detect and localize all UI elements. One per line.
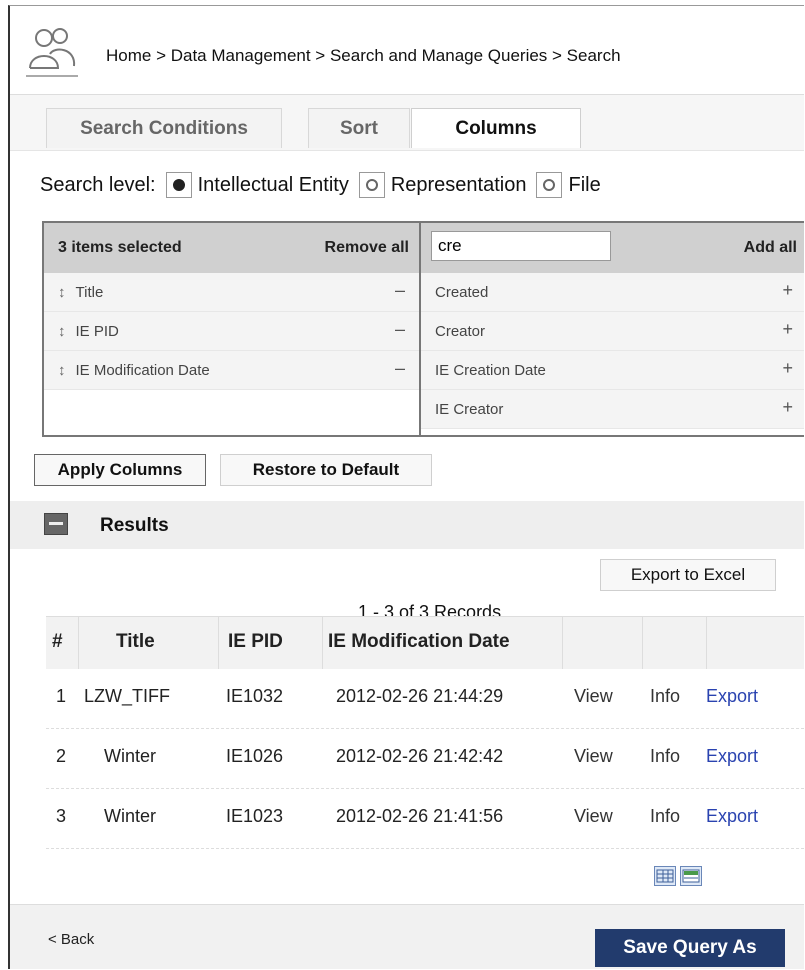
export-excel-button[interactable]: Export to Excel bbox=[600, 559, 776, 591]
remove-icon[interactable]: – bbox=[395, 358, 405, 379]
export-link[interactable]: Export bbox=[706, 806, 758, 827]
results-title: Results bbox=[100, 515, 169, 536]
search-level-label: Search level: bbox=[40, 173, 156, 196]
grid-view-icon[interactable] bbox=[654, 866, 676, 886]
columns-panel: 3 items selected Remove all ↕ Title – ↕ IE… bbox=[42, 221, 804, 437]
drag-handle-icon[interactable]: ↕ bbox=[58, 284, 66, 301]
info-link[interactable]: Info bbox=[650, 686, 680, 707]
row-ie-pid: IE1032 bbox=[226, 686, 284, 706]
column-label: Creator bbox=[435, 323, 486, 340]
selected-columns-pane: 3 items selected Remove all ↕ Title – ↕ IE… bbox=[44, 223, 421, 435]
row-ie-pid: IE1026 bbox=[226, 746, 284, 766]
header: Home > Data Management > Search and Mana… bbox=[10, 6, 804, 95]
available-columns-pane: Add all Created + Creator + IE Creation … bbox=[421, 223, 804, 435]
column-header-title[interactable]: Title bbox=[116, 631, 155, 653]
save-query-as-button[interactable]: Save Query As bbox=[595, 929, 785, 967]
column-label: Title bbox=[75, 284, 104, 301]
info-link[interactable]: Info bbox=[650, 746, 680, 767]
tab-search-conditions[interactable]: Search Conditions bbox=[46, 108, 282, 148]
column-filter-input[interactable] bbox=[431, 231, 611, 261]
search-level-row: Search level: Intellectual Entity Repres… bbox=[40, 172, 601, 198]
view-toggle-group bbox=[654, 866, 714, 890]
available-column-item[interactable]: IE Creator + bbox=[421, 390, 804, 429]
detail-view-icon[interactable] bbox=[680, 866, 702, 886]
export-link[interactable]: Export bbox=[706, 746, 758, 767]
selected-columns-header: 3 items selected Remove all bbox=[44, 223, 419, 273]
back-link[interactable]: < Back bbox=[48, 931, 94, 948]
add-all-button[interactable]: Add all bbox=[744, 239, 797, 257]
row-modification-date: 2012-02-26 21:41:56 bbox=[336, 806, 504, 826]
drag-handle-icon[interactable]: ↕ bbox=[58, 362, 66, 379]
column-header-number[interactable]: # bbox=[52, 631, 63, 653]
radio-intellectual-entity[interactable] bbox=[165, 172, 192, 198]
app-frame: Home > Data Management > Search and Mana… bbox=[8, 5, 804, 969]
table-row: 1 LZW_TIFF IE1032 2012-02-26 21:44:29 Vi… bbox=[46, 668, 804, 729]
restore-default-button[interactable]: Restore to Default bbox=[220, 454, 432, 486]
radio-representation[interactable] bbox=[358, 172, 385, 198]
add-icon[interactable]: + bbox=[782, 397, 793, 418]
apply-columns-button[interactable]: Apply Columns bbox=[34, 454, 206, 486]
drag-handle-icon[interactable]: ↕ bbox=[58, 323, 66, 340]
row-title: Winter bbox=[104, 746, 157, 766]
selected-column-item[interactable]: ↕ IE Modification Date – bbox=[44, 351, 419, 390]
radio-file[interactable] bbox=[536, 172, 563, 198]
available-column-item[interactable]: IE Creation Date + bbox=[421, 351, 804, 390]
column-header-ie-pid[interactable]: IE PID bbox=[228, 631, 283, 653]
tabs-bar: Search Conditions Sort Columns bbox=[10, 95, 804, 151]
available-column-item[interactable]: Creator + bbox=[421, 312, 804, 351]
remove-icon[interactable]: – bbox=[395, 280, 405, 301]
view-link[interactable]: View bbox=[574, 746, 613, 767]
column-label: IE Modification Date bbox=[75, 362, 210, 379]
radio-label-representation: Representation bbox=[390, 173, 527, 196]
row-title: Winter bbox=[104, 806, 157, 826]
column-label: IE Creator bbox=[435, 401, 504, 418]
users-icon bbox=[26, 28, 78, 77]
remove-all-button[interactable]: Remove all bbox=[325, 239, 409, 257]
table-row: 2 Winter IE1026 2012-02-26 21:42:42 View… bbox=[46, 728, 804, 789]
column-label: Created bbox=[435, 284, 489, 301]
selected-count: 3 items selected bbox=[58, 239, 182, 256]
row-ie-pid: IE1023 bbox=[226, 806, 284, 826]
selected-column-item[interactable]: ↕ Title – bbox=[44, 273, 419, 312]
column-header-ie-modification-date[interactable]: IE Modification Date bbox=[328, 631, 510, 653]
results-header: Results bbox=[10, 501, 804, 549]
footer: < Back Save Query As bbox=[10, 904, 804, 969]
remove-icon[interactable]: – bbox=[395, 319, 405, 340]
export-link[interactable]: Export bbox=[706, 686, 758, 707]
radio-label-intellectual-entity: Intellectual Entity bbox=[197, 173, 349, 196]
collapse-icon[interactable] bbox=[44, 513, 68, 535]
table-row: 3 Winter IE1023 2012-02-26 21:41:56 View… bbox=[46, 788, 804, 849]
row-title: LZW_TIFF bbox=[84, 686, 170, 706]
column-label: IE PID bbox=[75, 323, 119, 340]
tab-columns[interactable]: Columns bbox=[411, 108, 581, 148]
row-number: 1 bbox=[56, 686, 67, 706]
info-link[interactable]: Info bbox=[650, 806, 680, 827]
breadcrumb: Home > Data Management > Search and Mana… bbox=[106, 46, 621, 65]
selected-column-item[interactable]: ↕ IE PID – bbox=[44, 312, 419, 351]
radio-label-file: File bbox=[568, 173, 601, 196]
available-columns-header: Add all bbox=[421, 223, 804, 273]
available-column-item[interactable]: Created + bbox=[421, 273, 804, 312]
add-icon[interactable]: + bbox=[782, 319, 793, 340]
row-modification-date: 2012-02-26 21:42:42 bbox=[336, 746, 504, 766]
column-label: IE Creation Date bbox=[435, 362, 546, 379]
row-number: 3 bbox=[56, 806, 67, 826]
add-icon[interactable]: + bbox=[782, 358, 793, 379]
view-link[interactable]: View bbox=[574, 686, 613, 707]
view-link[interactable]: View bbox=[574, 806, 613, 827]
row-number: 2 bbox=[56, 746, 67, 766]
add-icon[interactable]: + bbox=[782, 280, 793, 301]
table-header: # Title IE PID IE Modification Date bbox=[46, 616, 804, 669]
tab-sort[interactable]: Sort bbox=[308, 108, 410, 148]
row-modification-date: 2012-02-26 21:44:29 bbox=[336, 686, 504, 706]
